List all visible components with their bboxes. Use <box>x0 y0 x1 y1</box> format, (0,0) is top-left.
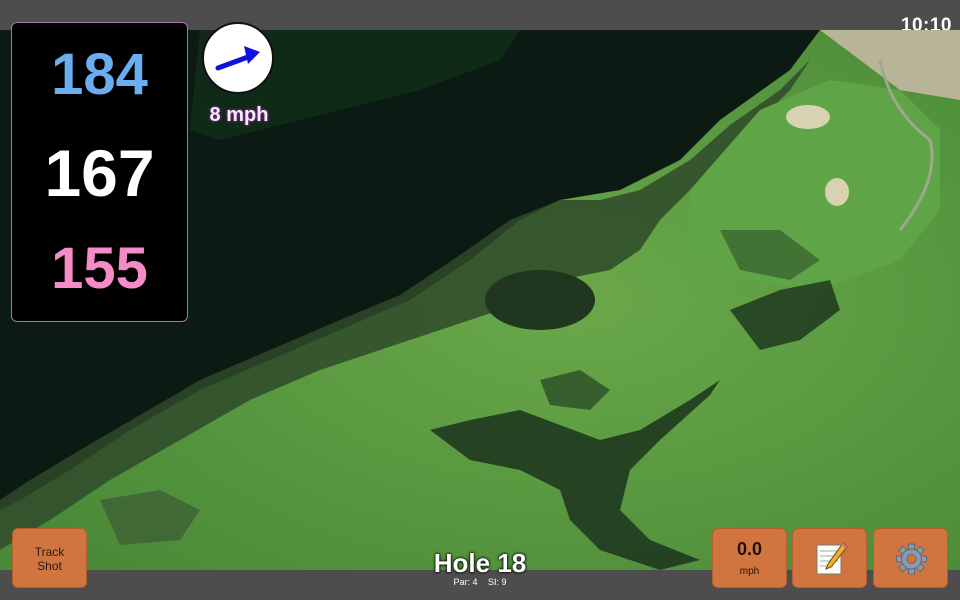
hole-par: Par: 4 <box>453 577 478 587</box>
track-shot-label: Track Shot <box>34 545 65 573</box>
notepad-pencil-icon <box>816 542 848 575</box>
track-shot-button[interactable]: Track Shot <box>12 528 87 588</box>
speed-unit: mph <box>739 566 760 577</box>
middle-distance: 167 <box>44 136 155 210</box>
front-distance: 155 <box>51 236 148 301</box>
hole-title: Hole 18 <box>433 548 527 578</box>
wind-indicator <box>202 22 274 94</box>
settings-button[interactable] <box>873 528 948 588</box>
back-distance: 184 <box>51 42 148 107</box>
wind-arrow-icon <box>215 46 260 71</box>
hole-stroke-index: SI: 9 <box>488 577 507 587</box>
wind-speed-label: 8 mph <box>209 104 269 126</box>
hole-info: Par: 4 SI: 9 <box>380 577 580 587</box>
gear-icon <box>896 543 927 575</box>
speed-button[interactable]: 0.0 mph <box>712 528 787 588</box>
distance-panel: 184 167 155 <box>11 22 188 322</box>
speed-value: 0.0 <box>736 539 763 559</box>
scorecard-notes-button[interactable] <box>792 528 867 588</box>
